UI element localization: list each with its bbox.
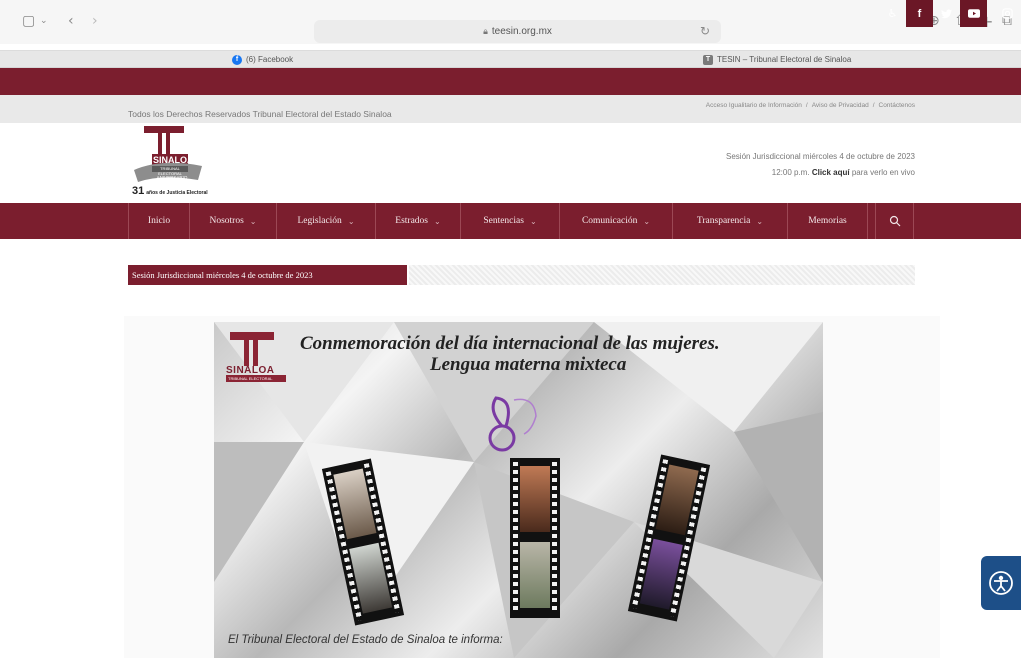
lock-icon: 🔒︎ [483,26,488,36]
site-logo[interactable]: SINALOA TRIBUNAL ELECTORAL ANIVERSARIO 3… [132,124,252,198]
tab-tesin[interactable]: T TESIN – Tribunal Electoral de Sinaloa [703,51,851,68]
top-links: Acceso Igualitario de Información / Avis… [650,102,915,109]
nav-legislacion[interactable]: Legislación ⌄ [277,203,376,239]
nav-nosotros[interactable]: Nosotros ⌄ [190,203,277,239]
facebook-icon[interactable]: f [906,0,933,27]
nav-sentencias[interactable]: Sentencias ⌄ [461,203,560,239]
nav-label: Sentencias [483,216,524,226]
nav-transparencia[interactable]: Transparencia ⌄ [673,203,788,239]
nav-inicio[interactable]: Inicio [128,203,190,239]
session-notice-line1: Sesión Jurisdiccional miércoles 4 de oct… [726,152,915,161]
nav-estrados[interactable]: Estrados ⌄ [376,203,461,239]
ticker-track [409,265,915,285]
twitter-icon[interactable] [933,0,960,27]
nav-label: Legislación [297,216,342,226]
banner-subtitle: Lengua materna mixteca [430,354,627,375]
banner-logo-name: SINALOA [226,365,275,376]
session-live-link[interactable]: Click aquí [812,168,850,177]
chevron-down-icon: ⌄ [756,216,764,226]
banner-logo-ribbon: TRIBUNAL ELECTORAL [228,376,273,381]
film-strip-center [510,458,560,618]
instagram-icon[interactable] [994,0,1021,27]
link-acceso[interactable]: Acceso Igualitario de Información [706,102,802,109]
nav-label: Inicio [147,216,171,226]
nav-memorias[interactable]: Memorias [788,203,868,239]
ticker-label[interactable]: Sesión Jurisdiccional miércoles 4 de oct… [128,265,407,285]
photo-frame [520,542,550,608]
site-favicon-icon: T [703,54,713,65]
nav-label: Comunicación [581,216,638,226]
nav-comunicacion[interactable]: Comunicación ⌄ [560,203,673,239]
back-icon[interactable]: ‹ [68,12,74,30]
facebook-icon: f [232,54,242,65]
tab-facebook[interactable]: f (6) Facebook [232,51,293,68]
accessibility-icon [989,571,1013,595]
youtube-icon[interactable] [960,0,987,27]
sidebar-toggle-icon[interactable]: ▢ [22,12,35,30]
search-icon [889,215,900,227]
banner-footer: El Tribunal Electoral del Estado de Sina… [228,634,503,646]
tab-bar: f (6) Facebook T TESIN – Tribunal Electo… [0,50,1021,68]
chevron-down-icon: ⌄ [347,216,355,226]
session-notice: Sesión Jurisdiccional miércoles 4 de oct… [640,149,915,181]
address-bar[interactable]: 🔒︎ teesin.org.mx [314,20,721,43]
search-button[interactable] [876,203,914,239]
social-bar [0,68,1021,95]
nav-label: Transparencia [696,216,751,226]
logo-anniversary: ANIVERSARIO [156,175,188,180]
women-symbol-icon [488,396,537,452]
chevron-down-icon: ⌄ [529,216,537,226]
link-separator: / [872,102,875,109]
accessibility-icon[interactable]: ♿︎ [879,0,906,27]
nav-label: Memorias [808,216,847,226]
chevron-down-icon[interactable]: ⌄ [40,12,48,30]
link-contacto[interactable]: Contáctenos [879,102,916,109]
photo-frame [520,466,550,532]
logo-years: 31 [132,185,145,197]
session-live-text: para verlo en vivo [851,168,915,177]
chevron-down-icon: ⌄ [434,216,441,226]
tab-label: (6) Facebook [246,55,294,64]
link-aviso[interactable]: Aviso de Privacidad [812,102,869,109]
tab-label: TESIN – Tribunal Electoral de Sinaloa [717,55,852,64]
logo-tagline: años de Justicia Electoral [146,190,208,196]
banner-logo: SINALOA TRIBUNAL ELECTORAL [226,330,290,386]
nav-divider [868,203,876,239]
url-text: teesin.org.mx [491,26,552,37]
accessibility-widget-button[interactable] [981,556,1021,610]
banner-title: Conmemoración del día internacional de l… [300,333,720,354]
nav-label: Nosotros [209,216,244,226]
logo-tagline-wrap: 31 años de Justicia Electoral [132,185,208,197]
link-separator: / [805,102,808,109]
logo-name: SINALOA [153,155,194,165]
chevron-down-icon: ⌄ [643,216,651,226]
browser-toolbar: ▢ ⌄ ‹ › 🔒︎ teesin.org.mx ↻ ⊕ ⇧ + ⧉ [0,0,1021,44]
forward-icon[interactable]: › [92,12,98,30]
copyright-text: Todos los Derechos Reservados Tribunal E… [128,109,392,119]
chevron-down-icon: ⌄ [249,216,257,226]
session-time: 12:00 p.m. [771,168,810,177]
reload-icon[interactable]: ↻ [700,24,710,38]
nav-label: Estrados [395,216,428,226]
